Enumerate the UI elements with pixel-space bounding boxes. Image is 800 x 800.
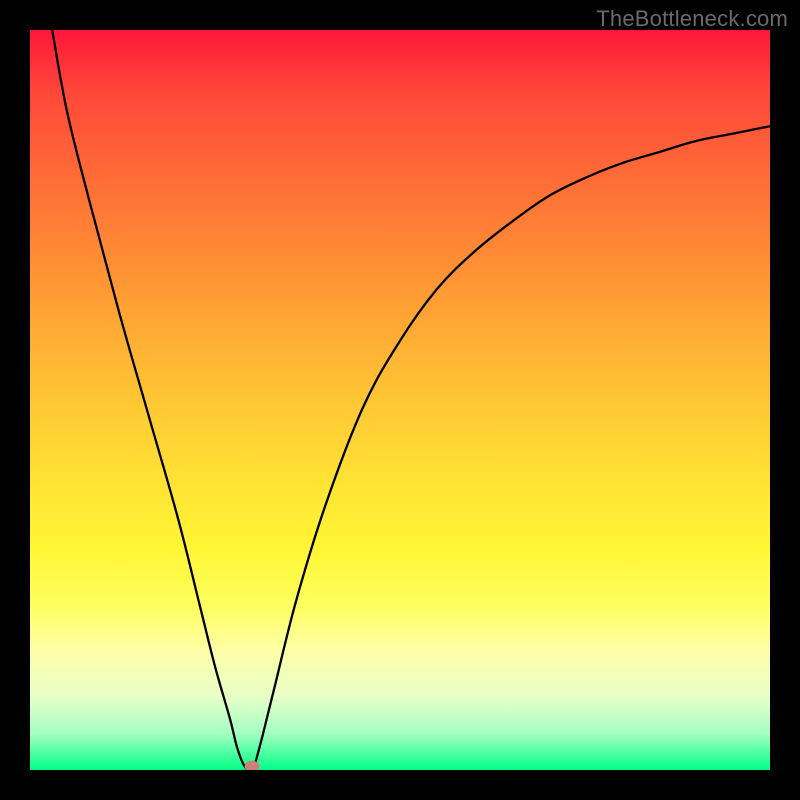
chart-container: TheBottleneck.com	[0, 0, 800, 800]
watermark-text: TheBottleneck.com	[596, 6, 788, 32]
plot-background	[30, 30, 770, 770]
